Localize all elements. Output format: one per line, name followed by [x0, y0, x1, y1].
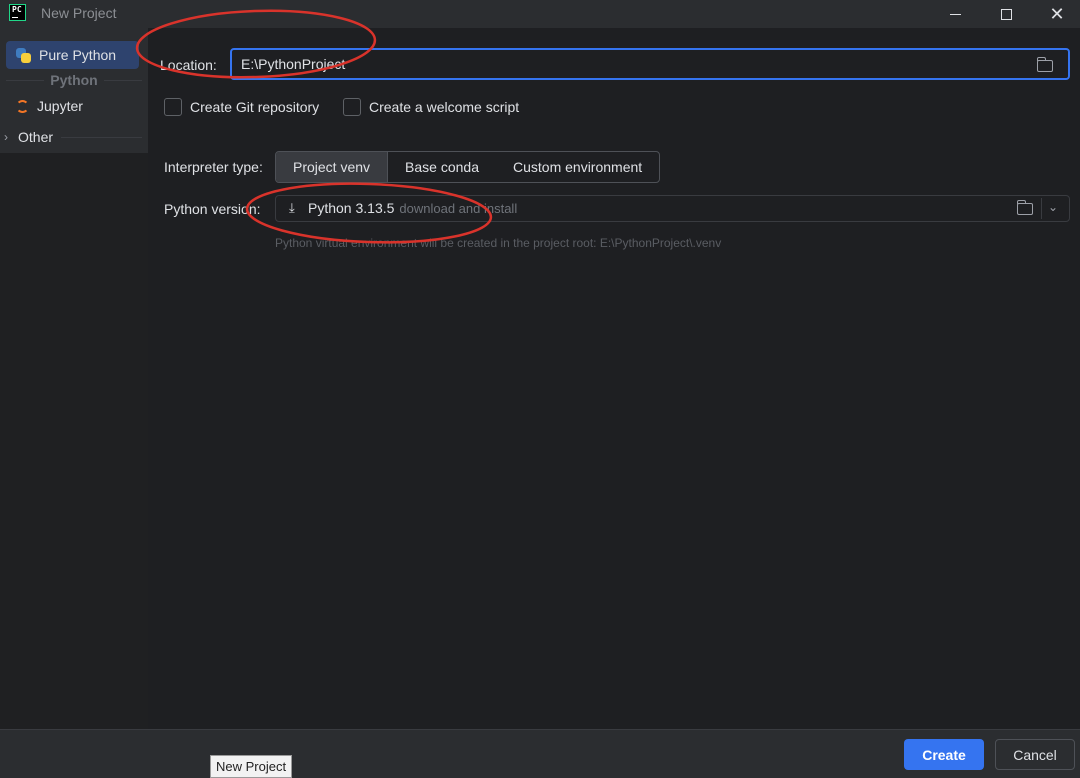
interpreter-option-custom-environment[interactable]: Custom environment	[496, 152, 659, 182]
chevron-right-icon: ›	[4, 130, 8, 144]
app-icon-text: PC	[12, 5, 22, 14]
taskbar-tooltip: New Project	[210, 755, 293, 778]
welcome-script-label: Create a welcome script	[369, 99, 520, 115]
sidebar-item-jupyter[interactable]: Jupyter	[6, 92, 139, 120]
main-panel	[148, 28, 1080, 729]
jupyter-icon	[16, 99, 29, 113]
python-version-select[interactable]: ⤓ Python 3.13.5 download and install ⌄	[275, 195, 1070, 222]
location-input-value: E:\PythonProject	[241, 56, 346, 72]
minimize-icon	[949, 13, 961, 15]
welcome-script-checkbox[interactable]	[343, 98, 361, 116]
folder-icon[interactable]	[1036, 57, 1053, 72]
interpreter-type-selector: Project venv Base conda Custom environme…	[275, 151, 661, 183]
folder-icon[interactable]	[1016, 200, 1033, 215]
pycharm-logo-icon: PC	[9, 4, 26, 21]
create-git-checkbox[interactable]	[164, 98, 182, 116]
python-version-note: download and install	[399, 200, 518, 216]
window-title: New Project	[41, 5, 117, 21]
minimize-button[interactable]	[932, 0, 978, 28]
sidebar-group-other-label: Other	[18, 129, 54, 145]
interpreter-option-base-conda[interactable]: Base conda	[388, 152, 496, 182]
location-input[interactable]: E:\PythonProject	[230, 48, 1070, 80]
chevron-down-icon[interactable]: ⌄	[1048, 200, 1058, 214]
sidebar-group-other[interactable]: › Other	[0, 126, 148, 148]
project-type-sidebar: Pure Python Python Jupyter › Other	[0, 28, 148, 729]
location-label: Location:	[160, 57, 217, 73]
divider	[1041, 198, 1042, 219]
download-icon: ⤓	[289, 200, 295, 215]
sidebar-group-label: Python	[50, 72, 98, 88]
create-git-label: Create Git repository	[190, 99, 320, 115]
title-bar: PC New Project ✕	[0, 0, 1080, 28]
venv-location-hint: Python virtual environment will be creat…	[275, 236, 722, 250]
sidebar-item-label: Jupyter	[37, 98, 83, 114]
maximize-button[interactable]	[983, 0, 1029, 28]
close-button[interactable]: ✕	[1034, 0, 1080, 28]
sidebar-group-python: Python	[0, 71, 148, 89]
sidebar-item-label: Pure Python	[39, 47, 117, 63]
interpreter-type-label: Interpreter type:	[164, 159, 263, 175]
cancel-button[interactable]: Cancel	[995, 739, 1075, 770]
python-version-label: Python version:	[164, 201, 261, 217]
create-button[interactable]: Create	[904, 739, 984, 770]
sidebar-item-pure-python[interactable]: Pure Python	[6, 41, 139, 69]
interpreter-option-project-venv[interactable]: Project venv	[276, 152, 389, 182]
maximize-icon	[1000, 8, 1012, 20]
sidebar-empty-area	[0, 153, 148, 729]
python-icon	[16, 47, 31, 63]
python-version-value: Python 3.13.5	[308, 200, 395, 216]
close-icon: ✕	[1049, 4, 1065, 24]
divider	[61, 136, 142, 138]
dialog-footer: Create Cancel	[0, 729, 1080, 778]
